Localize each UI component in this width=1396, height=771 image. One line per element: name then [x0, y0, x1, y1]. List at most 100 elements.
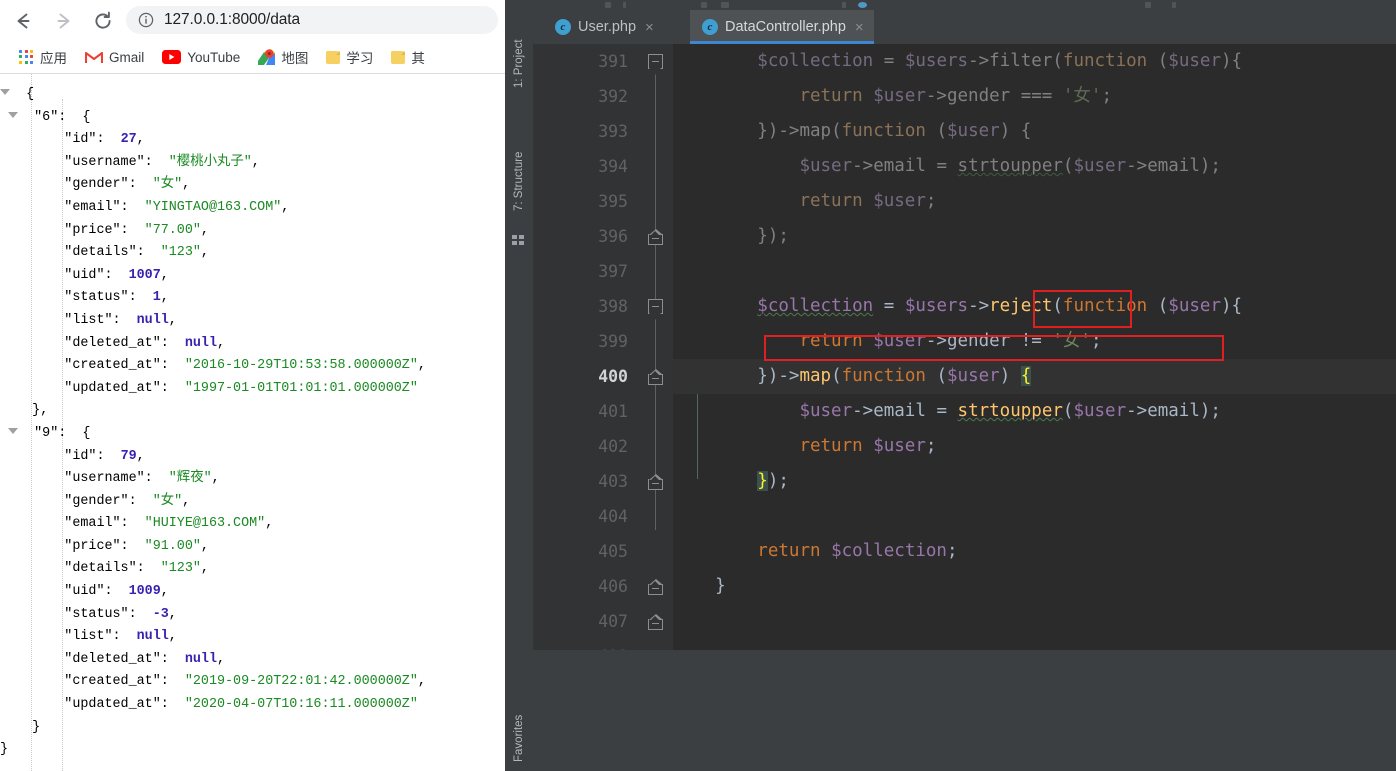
json-line: "uid": 1007,	[0, 265, 505, 288]
json-token: ,	[200, 538, 209, 554]
json-token: },	[32, 403, 49, 419]
tab-datacontroller-php[interactable]: c DataController.php ×	[690, 10, 874, 44]
sidebar-item-project[interactable]: 1: Project	[505, 28, 533, 100]
close-icon[interactable]: ×	[855, 20, 864, 35]
fold-collapse-icon[interactable]	[648, 54, 663, 75]
code-token: gender	[946, 86, 1011, 106]
code-token: )	[999, 121, 1011, 141]
code-token: ;	[1090, 331, 1102, 351]
ide-main-toolbar[interactable]	[505, 0, 1396, 10]
code-line[interactable]	[673, 604, 1396, 639]
fold-end-icon[interactable]	[648, 229, 663, 245]
code-token: $collection	[757, 51, 874, 71]
code-line[interactable]: $user->email = strtoupper($user->email);	[673, 394, 1396, 429]
sidebar-item-structure[interactable]: 7: Structure	[505, 135, 533, 227]
json-token: "deleted_at"	[64, 335, 161, 351]
json-token: :	[128, 606, 153, 622]
close-icon[interactable]: ×	[645, 20, 654, 35]
code-token: (	[936, 366, 947, 386]
json-token: ,	[417, 358, 426, 374]
collapse-triangle-icon[interactable]	[0, 89, 10, 96]
code-token: $user	[947, 121, 1000, 141]
code-line[interactable]: return $collection;	[673, 534, 1396, 569]
line-number: 395	[598, 192, 628, 211]
code-line[interactable]: })->map(function ($user) {	[673, 114, 1396, 149]
code-line[interactable]: })->map(function ($user) {	[673, 359, 1396, 394]
code-token: email	[873, 401, 926, 421]
bookmark-maps[interactable]: 地图	[251, 45, 315, 69]
code-line[interactable]: $collection = $users->filter(function ($…	[673, 44, 1396, 79]
bookmark-apps[interactable]: 应用	[12, 45, 74, 69]
code-line[interactable]: $user->email = strtoupper($user->email);	[673, 149, 1396, 184]
json-token: "1997-01-01T01:01:01.000000Z"	[184, 380, 418, 396]
line-number: 393	[598, 122, 628, 141]
address-bar[interactable]: 127.0.0.1:8000/data	[126, 6, 498, 34]
line-number-gutter[interactable]: 391 392 393 394 395 396 397 398 399 400 401 402 403 4…	[533, 44, 638, 650]
bookmark-gmail[interactable]: Gmail	[78, 45, 151, 69]
code-line[interactable]	[673, 639, 1396, 650]
fold-end-icon[interactable]	[648, 474, 663, 490]
collapse-triangle-icon[interactable]	[8, 112, 19, 119]
bookmark-youtube[interactable]: YouTube	[155, 45, 247, 69]
code-line[interactable]: return $user;	[673, 184, 1396, 219]
code-line[interactable]: }	[673, 569, 1396, 604]
structure-icon	[512, 235, 525, 246]
fold-collapse-icon[interactable]	[648, 299, 663, 320]
line-number: 404	[598, 507, 628, 526]
json-token: 79	[120, 448, 137, 464]
json-token: "123"	[160, 245, 201, 261]
bookmark-folder-other[interactable]: 其	[384, 45, 432, 69]
line-number: 394	[598, 157, 628, 176]
browser-window: 127.0.0.1:8000/data 应用 Gmail YouTube 地图 …	[0, 0, 505, 771]
fold-end-icon[interactable]	[648, 614, 663, 630]
code-folding-gutter[interactable]	[638, 44, 673, 650]
info-circle-icon[interactable]	[138, 12, 154, 28]
code-line[interactable]: return $user->gender === '女';	[673, 79, 1396, 114]
reload-button[interactable]	[86, 4, 120, 38]
forward-arrow-icon	[57, 13, 70, 28]
code-token: return	[799, 436, 863, 456]
json-line: "id": 79,	[0, 446, 505, 469]
php-class-icon: c	[555, 19, 571, 35]
tab-user-php[interactable]: c User.php ×	[543, 10, 664, 44]
code-token: ;	[946, 541, 958, 561]
json-token: 27	[120, 132, 137, 148]
json-token: "status"	[64, 290, 129, 306]
code-line[interactable]	[673, 499, 1396, 534]
code-line[interactable]	[673, 254, 1396, 289]
json-token: ,	[265, 516, 274, 532]
code-token: return	[799, 191, 863, 211]
code-token: ->	[925, 86, 947, 106]
code-text-area[interactable]: $collection = $users->filter(function ($…	[673, 44, 1396, 650]
sidebar-item-favorites[interactable]: Favorites	[505, 706, 533, 771]
back-button[interactable]	[6, 4, 40, 38]
json-token: "辉夜"	[168, 471, 212, 487]
code-line[interactable]: return $user;	[673, 429, 1396, 464]
code-line[interactable]: $collection = $users->reject(function ($…	[673, 289, 1396, 324]
bookmark-folder-study[interactable]: 学习	[319, 45, 380, 69]
code-line[interactable]: });	[673, 219, 1396, 254]
fold-end-icon[interactable]	[648, 579, 663, 595]
fold-end-icon[interactable]	[648, 369, 663, 385]
code-editor[interactable]: 391 392 393 394 395 396 397 398 399 400 401 402 403 4…	[533, 44, 1396, 650]
code-token: ->	[852, 401, 874, 421]
code-line[interactable]: });	[673, 464, 1396, 499]
collapse-triangle-icon[interactable]	[8, 428, 19, 435]
json-line: "list": null,	[0, 310, 505, 333]
json-token: "email"	[64, 516, 121, 532]
code-line[interactable]: return $user->gender != '女';	[673, 324, 1396, 359]
code-token: });	[757, 226, 789, 246]
code-token: ){	[1220, 51, 1243, 71]
forward-button[interactable]	[46, 4, 80, 38]
json-token: :	[128, 177, 153, 193]
code-token: !=	[1020, 331, 1042, 351]
json-token: :	[96, 448, 121, 464]
